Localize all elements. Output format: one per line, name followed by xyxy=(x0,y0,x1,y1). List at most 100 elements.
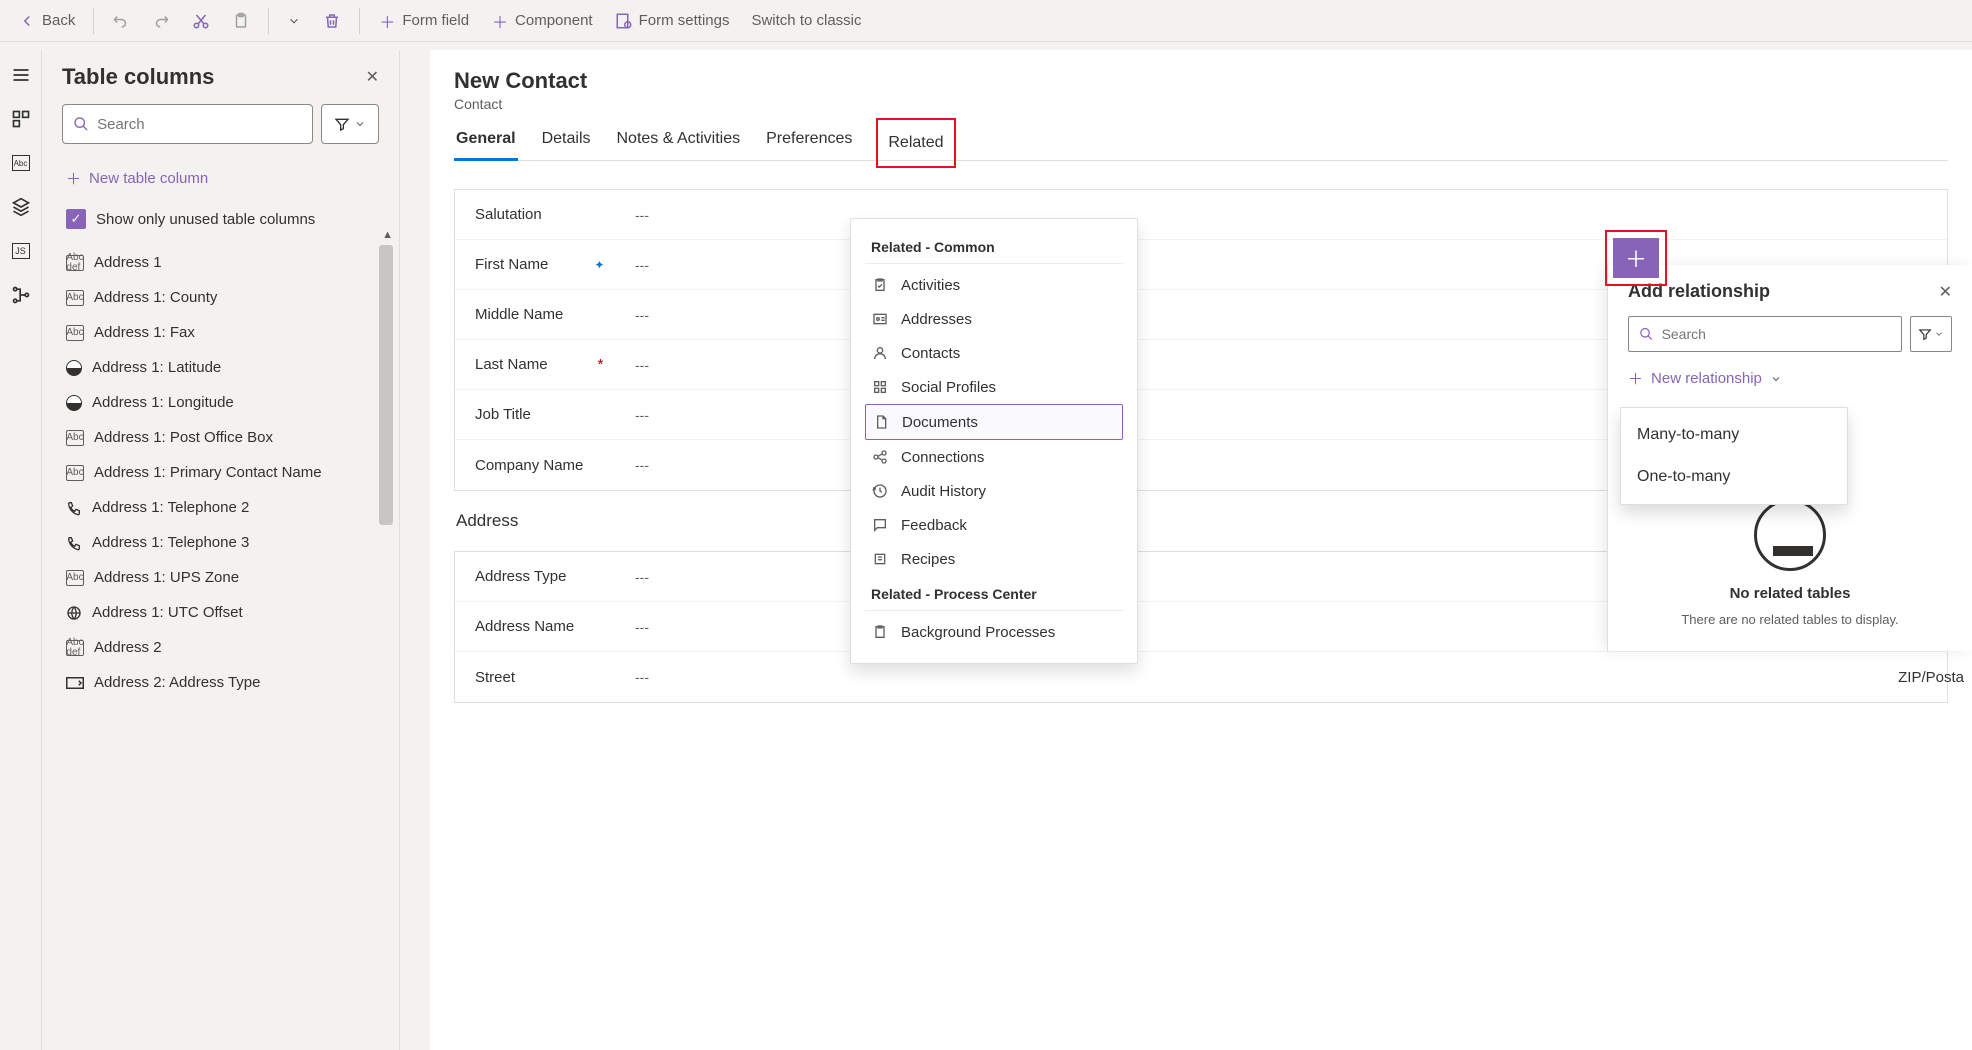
show-unused-checkbox-row[interactable]: ✓ Show only unused table columns xyxy=(62,199,379,239)
required-icon: * xyxy=(598,356,604,373)
tab-related[interactable]: Related xyxy=(886,126,945,156)
paste-button[interactable] xyxy=(222,6,260,36)
search-icon xyxy=(1639,326,1654,342)
related-heading-common: Related - Common xyxy=(865,229,1123,264)
back-button[interactable]: Back xyxy=(8,6,85,36)
related-item-feedback[interactable]: Feedback xyxy=(865,508,1123,542)
list-item[interactable]: Address 1: Latitude xyxy=(62,350,379,385)
list-item[interactable]: AbcAddress 1: Primary Contact Name xyxy=(62,455,379,490)
empty-state-icon xyxy=(1754,499,1826,571)
list-item[interactable]: AbcdefAddress 2 xyxy=(62,630,379,665)
list-item[interactable]: AbcdefAddress 1 xyxy=(62,245,379,280)
plus-icon: ＋ xyxy=(378,12,396,30)
left-rail: Abc JS xyxy=(0,50,42,1050)
tab-general[interactable]: General xyxy=(454,122,518,160)
related-item-contacts[interactable]: Contacts xyxy=(865,336,1123,370)
chevron-down-icon xyxy=(1934,329,1944,339)
text-type-icon: Abc xyxy=(66,325,84,341)
close-panel-button[interactable]: ✕ xyxy=(366,67,379,87)
close-add-rel-button[interactable]: ✕ xyxy=(1939,282,1952,302)
text-type-icon: Abc xyxy=(66,430,84,446)
related-item-addresses[interactable]: Addresses xyxy=(865,302,1123,336)
plus-icon: ＋ xyxy=(66,168,81,189)
related-heading-process: Related - Process Center xyxy=(865,576,1123,611)
relationship-type-dropdown: Many-to-many One-to-many xyxy=(1620,407,1848,505)
hamburger-icon[interactable] xyxy=(10,64,32,86)
new-rel-label: New relationship xyxy=(1651,370,1762,387)
new-relationship-button[interactable]: ＋ New relationship xyxy=(1628,368,1952,389)
back-label: Back xyxy=(42,12,75,29)
option-type-icon xyxy=(66,675,84,691)
redo-button[interactable] xyxy=(142,6,180,36)
list-item[interactable]: AbcAddress 1: County xyxy=(62,280,379,315)
component-label: Component xyxy=(515,12,593,29)
search-input[interactable] xyxy=(97,116,302,133)
cut-button[interactable] xyxy=(182,6,220,36)
recipe-icon xyxy=(871,550,889,568)
related-item-documents[interactable]: Documents xyxy=(865,404,1123,440)
globe-type-icon xyxy=(66,605,82,621)
form-field-button[interactable]: ＋ Form field xyxy=(368,6,479,36)
layers-rail-icon[interactable] xyxy=(10,196,32,218)
plus-icon: ＋ xyxy=(491,12,509,30)
list-item[interactable]: Address 2: Address Type xyxy=(62,665,379,700)
tab-notes-activities[interactable]: Notes & Activities xyxy=(615,122,743,160)
top-toolbar: Back ＋ Form field ＋ Component Form setti… xyxy=(0,0,1972,42)
related-item-social[interactable]: Social Profiles xyxy=(865,370,1123,404)
field-row[interactable]: Street---ZIP/Posta xyxy=(455,652,1947,702)
rel-option-many-to-many[interactable]: Many-to-many xyxy=(1621,414,1847,456)
rel-search-input[interactable] xyxy=(1662,326,1891,342)
related-item-audit[interactable]: Audit History xyxy=(865,474,1123,508)
toolbar-divider xyxy=(93,8,94,34)
float-type-icon xyxy=(66,395,82,411)
connections-icon xyxy=(871,448,889,466)
related-item-activities[interactable]: Activities xyxy=(865,268,1123,302)
list-item[interactable]: AbcAddress 1: UPS Zone xyxy=(62,560,379,595)
list-item[interactable]: Address 1: Telephone 3 xyxy=(62,525,379,560)
field-row[interactable]: Salutation--- xyxy=(455,190,1947,240)
form-settings-button[interactable]: Form settings xyxy=(605,6,740,36)
history-icon xyxy=(871,482,889,500)
chat-icon xyxy=(871,516,889,534)
rel-option-one-to-many[interactable]: One-to-many xyxy=(1621,456,1847,498)
add-relationship-panel: Add relationship ✕ ＋ New relationship Ma… xyxy=(1607,265,1972,651)
form-subtitle: Contact xyxy=(454,96,1948,112)
toolbar-divider-2 xyxy=(268,8,269,34)
scroll-up-arrow-icon[interactable]: ▲ xyxy=(382,229,393,241)
component-button[interactable]: ＋ Component xyxy=(481,6,603,36)
list-item[interactable]: Address 1: UTC Offset xyxy=(62,595,379,630)
tab-preferences[interactable]: Preferences xyxy=(764,122,854,160)
related-item-connections[interactable]: Connections xyxy=(865,440,1123,474)
tab-details[interactable]: Details xyxy=(540,122,593,160)
checkbox-checked-icon: ✓ xyxy=(66,209,86,229)
related-item-recipes[interactable]: Recipes xyxy=(865,542,1123,576)
search-icon xyxy=(73,115,89,133)
add-relationship-plus-button[interactable]: ＋ xyxy=(1613,238,1659,278)
new-table-column-button[interactable]: ＋ New table column xyxy=(62,158,379,199)
document-icon xyxy=(872,413,890,431)
list-item[interactable]: Address 1: Telephone 2 xyxy=(62,490,379,525)
search-input-wrapper[interactable] xyxy=(62,104,313,144)
float-type-icon xyxy=(66,360,82,376)
undo-button[interactable] xyxy=(102,6,140,36)
rel-filter-button[interactable] xyxy=(1910,316,1952,352)
list-item[interactable]: Address 1: Longitude xyxy=(62,385,379,420)
delete-button[interactable] xyxy=(313,6,351,36)
tree-rail-icon[interactable] xyxy=(10,284,32,306)
rel-search-wrapper[interactable] xyxy=(1628,316,1902,352)
recommended-icon: ✦ xyxy=(594,258,604,272)
new-col-label: New table column xyxy=(89,170,208,187)
list-item[interactable]: AbcAddress 1: Fax xyxy=(62,315,379,350)
dropdown-button[interactable] xyxy=(277,8,311,34)
scrollbar-thumb[interactable] xyxy=(379,245,393,525)
related-item-background-proc[interactable]: Background Processes xyxy=(865,615,1123,649)
text-rail-icon[interactable]: Abc xyxy=(10,152,32,174)
components-rail-icon[interactable] xyxy=(10,108,32,130)
form-title: New Contact xyxy=(454,68,1948,94)
switch-classic-button[interactable]: Switch to classic xyxy=(741,6,871,35)
list-item[interactable]: AbcAddress 1: Post Office Box xyxy=(62,420,379,455)
text-type-icon: Abc xyxy=(66,570,84,586)
filter-button[interactable] xyxy=(321,104,379,144)
js-rail-icon[interactable]: JS xyxy=(10,240,32,262)
column-list: ▲ AbcdefAddress 1 AbcAddress 1: County A… xyxy=(62,245,379,700)
